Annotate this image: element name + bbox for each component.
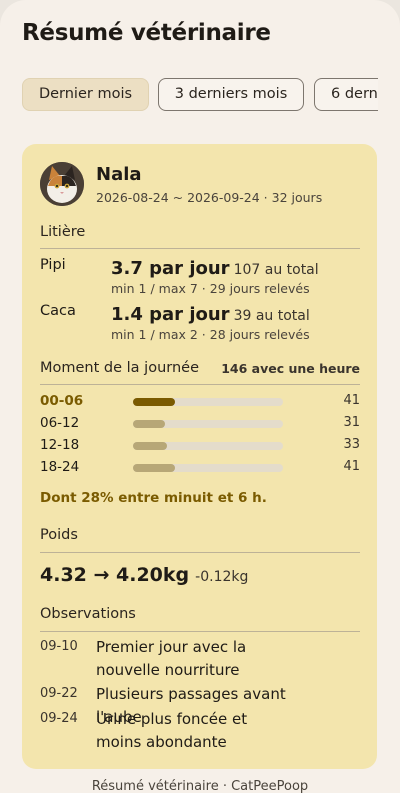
- chip-last-6-months[interactable]: 6 derniers mois: [314, 78, 378, 111]
- divider: [40, 384, 360, 385]
- footer-caption: Résumé vétérinaire · CatPeePoop: [91, 779, 309, 793]
- observation-date: 09-10: [40, 639, 78, 654]
- litter-heading: Litière: [40, 224, 86, 240]
- divider: [40, 631, 360, 632]
- date-range: 2026-08-24 ~ 2026-09-24 · 32 jours: [96, 190, 323, 205]
- time-bar-track: [133, 442, 283, 450]
- pet-name: Nala: [96, 164, 142, 185]
- observation-date: 09-24: [40, 711, 78, 726]
- poo-per-day: 1.4 par jour: [111, 304, 230, 325]
- observation-text: Premier jour avec la nouvelle nourriture: [96, 638, 247, 679]
- with-hour-count: 146 avec une heure: [221, 361, 360, 376]
- poo-stats: 1.4 par jour 39 au total: [111, 304, 310, 325]
- time-count: 41: [343, 459, 360, 474]
- weight-delta: -0.12kg: [195, 569, 249, 585]
- time-bar-track: [133, 398, 283, 406]
- period-chip-row: Dernier mois 3 derniers mois 6 derniers …: [0, 78, 378, 114]
- time-row: 00-06 41: [40, 393, 360, 411]
- divider: [40, 552, 360, 553]
- time-range-label: 00-06: [40, 393, 84, 409]
- time-bar-fill: [133, 420, 165, 428]
- pee-total: 107 au total: [233, 262, 319, 278]
- pee-stats: 3.7 par jour 107 au total: [111, 258, 319, 279]
- chip-last-3-months[interactable]: 3 derniers mois: [158, 78, 304, 111]
- pee-label: Pipi: [40, 257, 66, 273]
- time-row: 06-12 31: [40, 415, 360, 433]
- time-bar-fill: [133, 464, 175, 472]
- time-bar-track: [133, 464, 283, 472]
- pee-detail: min 1 / max 7 · 29 jours relevés: [111, 281, 310, 296]
- weight-value: 4.32 → 4.20kg: [40, 564, 190, 586]
- time-of-day-heading: Moment de la journée: [40, 360, 199, 376]
- divider: [40, 248, 360, 249]
- time-row: 18-24 41: [40, 459, 360, 477]
- night-share-note: Dont 28% entre minuit et 6 h.: [40, 490, 267, 506]
- observations-heading: Observations: [40, 606, 136, 622]
- time-range-label: 12-18: [40, 437, 80, 453]
- observation-text: Urine plus foncée et moins abondante: [96, 710, 248, 751]
- poo-detail: min 1 / max 2 · 28 jours relevés: [111, 327, 310, 342]
- summary-card: Nala 2026-08-24 ~ 2026-09-24 · 32 jours …: [22, 144, 377, 769]
- time-bar-fill: [133, 442, 167, 450]
- page-title: Résumé vétérinaire: [22, 20, 271, 46]
- time-range-label: 06-12: [40, 415, 80, 431]
- time-count: 33: [343, 437, 360, 452]
- pee-per-day: 3.7 par jour: [111, 258, 230, 279]
- time-range-label: 18-24: [40, 459, 80, 475]
- time-count: 31: [343, 415, 360, 430]
- chip-last-month[interactable]: Dernier mois: [22, 78, 149, 111]
- time-count: 41: [343, 393, 360, 408]
- weight-stats: 4.32 → 4.20kg -0.12kg: [40, 564, 248, 586]
- observation-date: 09-22: [40, 686, 78, 701]
- time-row: 12-18 33: [40, 437, 360, 455]
- poo-total: 39 au total: [233, 308, 310, 324]
- time-bar-fill: [133, 398, 175, 406]
- time-bar-track: [133, 420, 283, 428]
- poo-label: Caca: [40, 303, 76, 319]
- cat-avatar: [40, 162, 84, 206]
- weight-heading: Poids: [40, 527, 78, 543]
- vet-summary-sheet: Résumé vétérinaire Dernier mois 3 dernie…: [0, 0, 400, 793]
